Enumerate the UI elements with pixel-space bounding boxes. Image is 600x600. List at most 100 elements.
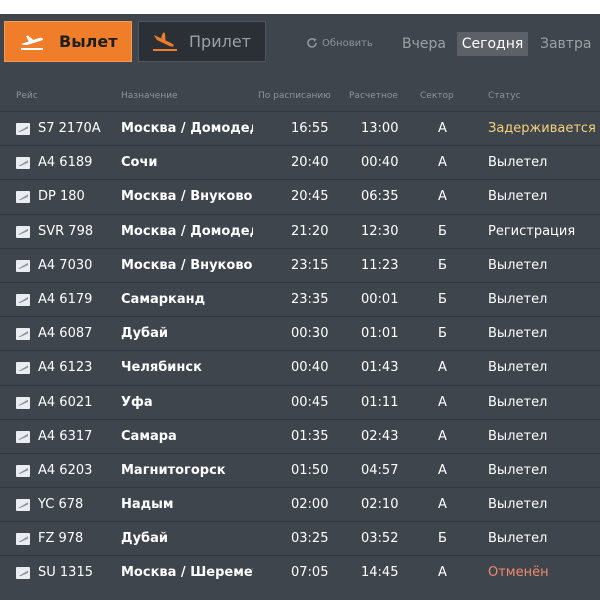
flight-row[interactable]: SU 1315 Москва / Шереметьево 07:05 14:45 А От… (0, 555, 600, 590)
plane-landing-icon (151, 32, 179, 52)
column-header-scheduled: По расписанию (258, 91, 331, 101)
flight-estimated-time: 00:40 (361, 155, 399, 171)
flight-sector: Б (438, 531, 447, 547)
flight-destination: Москва / Внуково (121, 257, 253, 273)
flight-status: Вылетел (488, 497, 548, 513)
flight-destination: Москва / Шереметьево (121, 565, 253, 581)
flight-status: Отменён (488, 565, 549, 581)
flight-sector: Б (438, 326, 447, 342)
flight-destination: Самарканд (121, 291, 206, 307)
flight-row[interactable]: A4 7030 Москва / Внуково 23:15 11:23 Б Вылете… (0, 247, 600, 282)
airline-logo-icon (16, 430, 30, 443)
flight-number: A4 6021 (38, 394, 93, 410)
flight-estimated-time: 04:57 (361, 462, 399, 478)
flight-status: Вылетел (488, 462, 548, 478)
flight-number: A4 7030 (38, 257, 93, 273)
flight-estimated-time: 01:43 (361, 360, 399, 376)
arrivals-tab-button[interactable]: Прилет (138, 21, 266, 62)
refresh-label: Обновить (322, 37, 373, 49)
flight-board: Вылет Прилет Обновить Вчера Сегодня Завт… (0, 14, 600, 600)
flight-status: Вылетел (488, 155, 548, 171)
flight-estimated-time: 02:10 (361, 497, 399, 513)
flight-row[interactable]: A4 6123 Челябинск 00:40 01:43 А Вылетел (0, 350, 600, 385)
flight-status: Вылетел (488, 257, 548, 273)
airline-logo-icon (16, 225, 30, 238)
refresh-icon (306, 37, 318, 49)
flight-status: Вылетел (488, 326, 548, 342)
flight-status: Вылетел (488, 428, 548, 444)
flight-status: Вылетел (488, 360, 548, 376)
airline-logo-icon (16, 396, 30, 409)
airline-logo-icon (16, 191, 30, 204)
flight-sector: А (438, 565, 447, 581)
flight-estimated-time: 13:00 (361, 121, 399, 136)
plane-takeoff-icon (19, 33, 45, 51)
flight-row[interactable]: A4 6021 Уфа 00:45 01:11 А Вылетел (0, 384, 600, 419)
refresh-button[interactable]: Обновить (306, 37, 373, 49)
board-header: Вылет Прилет Обновить Вчера Сегодня Завт… (0, 14, 600, 76)
column-header-sector: Сектор (420, 91, 454, 101)
flight-number: DP 180 (38, 189, 85, 205)
flight-scheduled-time: 07:05 (291, 565, 329, 581)
airline-logo-icon (16, 328, 30, 341)
departures-tab-button[interactable]: Вылет (4, 21, 132, 62)
flight-status: Задерживается (488, 121, 596, 136)
flight-number: S7 2170A (38, 121, 101, 136)
day-today-tab[interactable]: Сегодня (457, 32, 528, 56)
flight-scheduled-time: 01:50 (291, 462, 329, 478)
flight-status: Вылетел (488, 189, 548, 205)
flight-row[interactable]: YC 678 Надым 02:00 02:10 А Вылетел (0, 487, 600, 522)
column-header-estimated: Расчетное (349, 91, 398, 101)
flight-destination: Москва / Домодедово (121, 121, 253, 136)
flight-row[interactable]: FZ 978 Дубай 03:25 03:52 Б Вылетел (0, 521, 600, 556)
flight-row[interactable]: A4 6203 Магнитогорск 01:50 04:57 А Вылетел (0, 452, 600, 488)
flight-scheduled-time: 16:55 (291, 121, 329, 136)
airline-logo-icon (16, 464, 30, 477)
flight-scheduled-time: 03:25 (291, 531, 329, 547)
day-tomorrow-tab[interactable]: Завтра (540, 32, 591, 56)
column-header-status: Статус (488, 91, 521, 101)
flight-destination: Москва / Внуково (121, 189, 253, 205)
flight-estimated-time: 02:43 (361, 428, 399, 444)
flight-sector: Б (438, 291, 447, 307)
flight-destination: Уфа (121, 394, 153, 410)
flight-scheduled-time: 00:30 (291, 326, 329, 342)
flight-row[interactable]: SVR 798 Москва / Домодедово 21:20 12:30 Б Рег… (0, 213, 600, 248)
flight-number: SU 1315 (38, 565, 93, 581)
flight-scheduled-time: 23:35 (291, 291, 329, 307)
flight-estimated-time: 12:30 (361, 223, 399, 239)
flight-row[interactable]: A4 6189 Сочи 20:40 00:40 А Вылетел (0, 145, 600, 180)
airline-logo-icon (16, 567, 30, 580)
flight-estimated-time: 11:23 (361, 257, 399, 273)
flight-row[interactable]: S7 2170A Москва / Домодедово 16:55 13:00 А За… (0, 111, 600, 146)
flight-row[interactable]: DP 180 Москва / Внуково 20:45 06:35 А Вылетел (0, 179, 600, 214)
flight-number: FZ 978 (38, 531, 84, 547)
flight-status: Вылетел (488, 531, 548, 547)
flight-number: A4 6189 (38, 155, 93, 171)
flight-estimated-time: 00:01 (361, 291, 399, 307)
arrivals-tab-label: Прилет (189, 32, 251, 51)
airline-logo-icon (16, 533, 30, 546)
flight-scheduled-time: 00:45 (291, 394, 329, 410)
flight-number: YC 678 (38, 497, 84, 513)
flight-scheduled-time: 00:40 (291, 360, 329, 376)
flight-row[interactable]: A4 6317 Самара 01:35 02:43 А Вылетел (0, 418, 600, 453)
flight-number: A4 6317 (38, 428, 93, 444)
flight-sector: А (438, 155, 447, 171)
flight-status: Вылетел (488, 291, 548, 307)
flight-destination: Челябинск (121, 360, 202, 376)
airline-logo-icon (16, 259, 30, 272)
flight-row[interactable]: A4 6179 Самарканд 23:35 00:01 Б Вылетел (0, 281, 600, 317)
flight-row[interactable]: A4 6087 Дубай 00:30 01:01 Б Вылетел (0, 316, 600, 351)
flight-status: Регистрация (488, 223, 576, 239)
day-yesterday-tab[interactable]: Вчера (402, 32, 446, 56)
flight-destination: Надым (121, 497, 174, 513)
flight-scheduled-time: 20:40 (291, 155, 329, 171)
flight-scheduled-time: 21:20 (291, 223, 329, 239)
flight-destination: Сочи (121, 155, 158, 171)
flight-number: A4 6203 (38, 462, 93, 478)
flight-estimated-time: 06:35 (361, 189, 399, 205)
flight-sector: А (438, 462, 447, 478)
flight-estimated-time: 01:01 (361, 326, 399, 342)
flight-sector: Б (438, 257, 447, 273)
